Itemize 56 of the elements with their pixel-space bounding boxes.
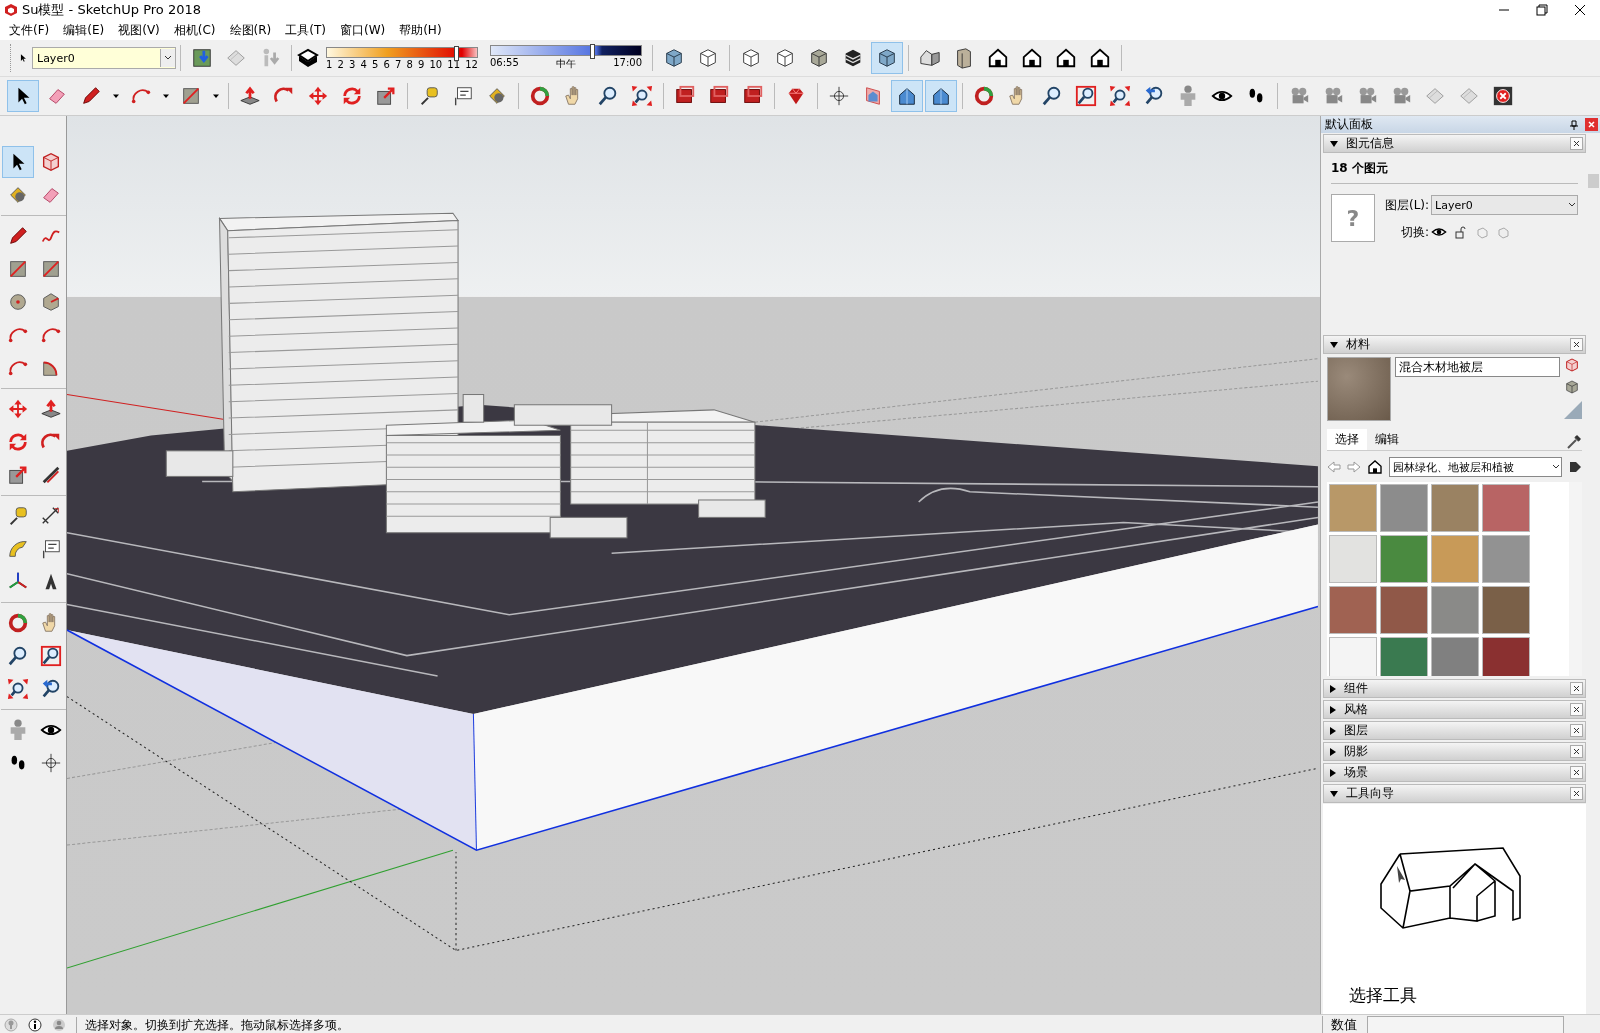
window-title: Su模型 - SketchUp Pro 2018 xyxy=(21,1,202,19)
library-name: 园林绿化、地被层和植被 xyxy=(1393,459,1515,475)
layer-name: Layer0 xyxy=(36,51,76,65)
month-tick-label: 6 xyxy=(383,58,390,70)
month-tick-label: 8 xyxy=(406,58,413,70)
status-message: 选择对象。切换到扩充选择。拖动鼠标选择多项。 xyxy=(76,1016,1312,1033)
layer-name: Layer0 xyxy=(1435,198,1474,212)
entity-count: 18 个图元 xyxy=(1331,158,1578,184)
panel-header[interactable]: 阴影 xyxy=(1323,742,1586,761)
time-label: 17:00 xyxy=(613,57,642,70)
menu-item[interactable]: 视图(V) xyxy=(111,21,167,39)
layer-dropdown[interactable]: Layer0 xyxy=(32,47,176,69)
material-name-field[interactable]: 混合木材地被层 xyxy=(1395,357,1560,377)
time-label: 中午 xyxy=(556,57,576,71)
panel-header[interactable]: 工具向导 xyxy=(1323,784,1586,803)
panel-header[interactable]: 图元信息 xyxy=(1323,134,1586,153)
month-tick-label: 5 xyxy=(372,58,379,70)
panel-header[interactable]: 组件 xyxy=(1323,679,1586,698)
tray-title: 默认面板 xyxy=(1325,116,1374,133)
month-tick-label: 9 xyxy=(418,58,425,70)
month-tick-label: 2 xyxy=(337,58,344,70)
month-tick-label: 10 xyxy=(429,58,443,70)
panel-title: 工具向导 xyxy=(1346,785,1395,802)
tab[interactable]: 编辑 xyxy=(1367,429,1407,450)
month-tick-label: 12 xyxy=(465,58,478,70)
panel-header[interactable]: 场景 xyxy=(1323,763,1586,782)
panel-title: 图层 xyxy=(1344,722,1369,739)
entity-preview: ? xyxy=(1331,194,1375,242)
panel-title: 阴影 xyxy=(1344,743,1369,760)
panel-title: 图元信息 xyxy=(1346,135,1395,152)
panel-header[interactable]: 图层 xyxy=(1323,721,1586,740)
tool-name: 选择工具 xyxy=(1349,984,1417,1007)
menu-item[interactable]: 编辑(E) xyxy=(56,21,112,39)
panel-header[interactable]: 风格 xyxy=(1323,700,1586,719)
menu-item[interactable]: 工具(T) xyxy=(278,21,333,39)
menu-item[interactable]: 绘图(R) xyxy=(222,21,279,39)
field-label: 切换: xyxy=(1400,223,1430,241)
menu-item[interactable]: 窗口(W) xyxy=(332,21,393,39)
month-tick-label: 4 xyxy=(360,58,367,70)
month-tick-label: 7 xyxy=(395,58,402,70)
panel-title: 材料 xyxy=(1346,336,1371,353)
library-dropdown[interactable]: 园林绿化、地被层和植被 xyxy=(1389,457,1562,477)
panel-title: 风格 xyxy=(1344,701,1369,718)
panel-title: 组件 xyxy=(1344,680,1369,697)
menu-item[interactable]: 相机(C) xyxy=(166,21,223,39)
menu-item[interactable]: 帮助(H) xyxy=(392,21,449,39)
month-tick-label: 1 xyxy=(326,58,333,70)
measurements-label: 数值 xyxy=(1322,1016,1357,1033)
field-label: 图层(L): xyxy=(1385,196,1430,214)
layer-dropdown[interactable]: Layer0 xyxy=(1431,195,1578,216)
panel-header[interactable]: 材料 xyxy=(1323,335,1586,354)
panel-title: 场景 xyxy=(1344,764,1369,781)
menu-item[interactable]: 文件(F) xyxy=(2,21,57,39)
tab[interactable]: 选择 xyxy=(1327,429,1367,450)
month-tick-label: 3 xyxy=(349,58,356,70)
time-label: 06:55 xyxy=(490,57,519,70)
